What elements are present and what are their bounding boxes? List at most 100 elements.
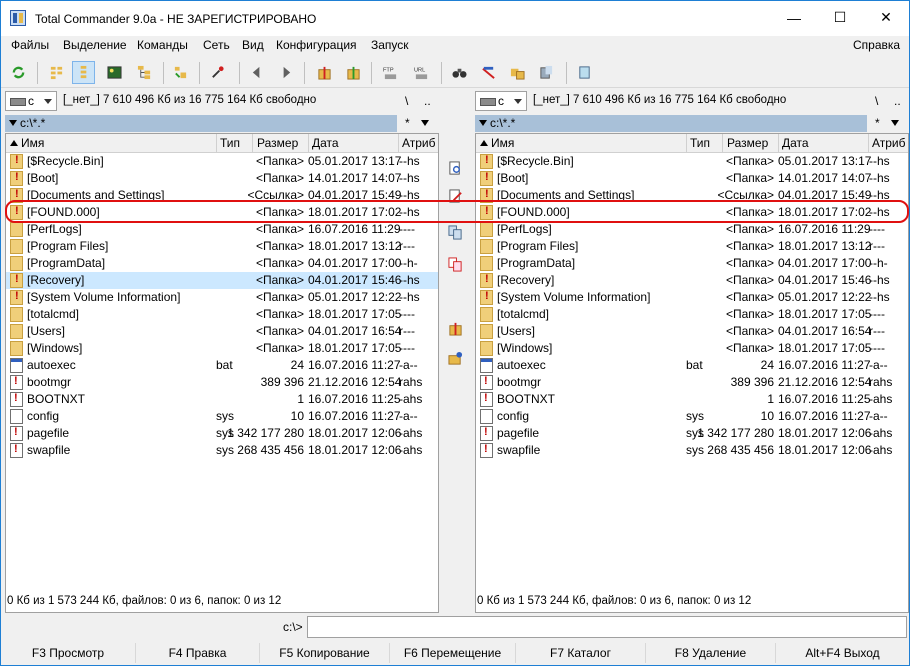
left-hotlist-arrow[interactable] [421, 120, 429, 126]
left-col-attr[interactable]: Атриб [402, 136, 436, 150]
right-root-button[interactable]: \ [875, 94, 878, 108]
alt-f4-exit-button[interactable]: Alt+F4 Выход [775, 643, 909, 663]
ftp-icon[interactable]: FTP [379, 61, 402, 84]
table-row[interactable]: [FOUND.000] <Папка> 18.01.2017 17:02--hs [6, 204, 438, 221]
right-col-name[interactable]: Имя [480, 136, 514, 150]
right-col-size[interactable]: Размер [727, 136, 768, 150]
table-row[interactable]: swapfile sys268 435 456 18.01.2017 12:06-a… [6, 442, 438, 459]
maximize-button[interactable]: ☐ [817, 1, 863, 34]
table-row[interactable]: config sys 10 16.07.2016 11:27 -a-- [6, 408, 438, 425]
left-drive-select[interactable]: c [5, 91, 57, 111]
left-path-bar[interactable]: c:\*.* [5, 115, 397, 132]
table-row[interactable]: [Users] <Папка> 04.01.2017 16:54 r--- [476, 323, 908, 340]
left-up-button[interactable]: .. [424, 94, 431, 108]
table-row[interactable]: [totalcmd] <Папка> 18.01.2017 17:05 ---- [476, 306, 908, 323]
pack-icon[interactable] [444, 317, 466, 339]
invert-selection-icon[interactable] [169, 61, 192, 84]
thumbnails-icon[interactable] [103, 61, 126, 84]
table-row[interactable]: swapfile sys268 435 456 18.01.2017 12:06-a… [476, 442, 908, 459]
table-row[interactable]: [$Recycle.Bin] <Папка> 05.01.2017 13:17--h… [476, 153, 908, 170]
table-row[interactable]: [Documents and Settings] <Ссылка>04.01.20… [6, 187, 438, 204]
table-row[interactable]: autoexec bat 24 16.07.2016 11:27 -a-- [476, 357, 908, 374]
right-history-star[interactable]: * [875, 116, 880, 130]
minimize-button[interactable]: — [771, 1, 817, 34]
pack-icon[interactable] [313, 61, 336, 84]
copy-icon[interactable] [444, 221, 466, 243]
find-icon[interactable] [448, 61, 471, 84]
f8-delete-button[interactable]: F8 Удаление [645, 643, 775, 663]
table-row[interactable]: [ProgramData] <Папка> 04.01.2017 17:00 --h- [6, 255, 438, 272]
table-row[interactable]: [PerfLogs] <Папка> 16.07.2016 11:29 ---- [476, 221, 908, 238]
f6-move-button[interactable]: F6 Перемещение [389, 643, 515, 663]
brief-view-icon[interactable] [45, 61, 68, 84]
table-row[interactable]: [Boot] <Папка> 14.01.2017 14:07--hs [476, 170, 908, 187]
command-line-input[interactable] [307, 616, 907, 638]
table-row[interactable]: [Recovery] <Папка> 04.01.2017 15:46--hs [6, 272, 438, 289]
right-col-attr[interactable]: Атриб [872, 136, 906, 150]
notepad-icon[interactable] [535, 61, 558, 84]
right-path-bar[interactable]: c:\*.* [475, 115, 867, 132]
left-col-type[interactable]: Тип [220, 136, 240, 150]
table-row[interactable]: BOOTNXT 1 16.07.2016 11:25-ahs [476, 391, 908, 408]
table-row[interactable]: [Recovery] <Папка> 04.01.2017 15:46--hs [476, 272, 908, 289]
table-row[interactable]: [Boot] <Папка> 14.01.2017 14:07--hs [6, 170, 438, 187]
table-row[interactable]: pagefilesys1 342 177 28018.01.2017 12:06… [476, 425, 908, 442]
table-row[interactable]: [Windows] <Папка> 18.01.2017 17:05 ---- [476, 340, 908, 357]
sync-dirs-icon[interactable] [506, 61, 529, 84]
menu-selection[interactable]: Выделение [63, 38, 127, 52]
close-button[interactable]: ✕ [863, 1, 909, 34]
menu-start[interactable]: Запуск [371, 38, 409, 52]
table-row[interactable]: [System Volume Information] <Папка> 05.01.… [6, 289, 438, 306]
menu-view[interactable]: Вид [242, 38, 264, 52]
table-row[interactable]: [Documents and Settings] <Ссылка>04.01.20… [476, 187, 908, 204]
table-row[interactable]: [Program Files] <Папка> 18.01.2017 13:12 r-… [476, 238, 908, 255]
menu-net[interactable]: Сеть [203, 38, 230, 52]
tree-icon[interactable] [133, 61, 156, 84]
url-icon[interactable]: URL [410, 61, 433, 84]
table-row[interactable]: bootmgr 389 396 21.12.2016 12:54rahs [476, 374, 908, 391]
view-icon[interactable] [444, 157, 466, 179]
edit-icon[interactable] [444, 185, 466, 207]
table-row[interactable]: [PerfLogs] <Папка> 16.07.2016 11:29 ---- [6, 221, 438, 238]
table-row[interactable]: [FOUND.000] <Папка> 18.01.2017 17:02--hs [476, 204, 908, 221]
refresh-icon[interactable] [7, 61, 30, 84]
table-row[interactable]: [System Volume Information] <Папка> 05.01.… [476, 289, 908, 306]
f7-mkdir-button[interactable]: F7 Каталог [515, 643, 645, 663]
right-col-type[interactable]: Тип [690, 136, 710, 150]
menu-files[interactable]: Файлы [11, 38, 49, 52]
table-row[interactable]: [$Recycle.Bin] <Папка> 05.01.2017 13:17--h… [6, 153, 438, 170]
right-file-panel[interactable]: Имя Тип Размер Дата Атриб [$Recycle.Bin]… [475, 133, 909, 613]
table-row[interactable]: [ProgramData] <Папка> 04.01.2017 17:00 --h- [476, 255, 908, 272]
multi-rename-icon[interactable] [477, 61, 500, 84]
table-row[interactable]: config sys 10 16.07.2016 11:27 -a-- [476, 408, 908, 425]
table-row[interactable]: [Users] <Папка> 04.01.2017 16:54 r--- [6, 323, 438, 340]
table-row[interactable]: pagefilesys1 342 177 28018.01.2017 12:06… [6, 425, 438, 442]
menu-configuration[interactable]: Конфигурация [276, 38, 357, 52]
compare-icon[interactable] [206, 61, 229, 84]
left-root-button[interactable]: \ [405, 94, 408, 108]
right-drive-select[interactable]: c [475, 91, 527, 111]
forward-icon[interactable] [274, 61, 297, 84]
back-icon[interactable] [246, 61, 269, 84]
table-row[interactable]: autoexec bat 24 16.07.2016 11:27 -a-- [6, 357, 438, 374]
left-col-name[interactable]: Имя [10, 136, 44, 150]
left-col-size[interactable]: Размер [257, 136, 298, 150]
menu-help[interactable]: Справка [853, 38, 900, 52]
table-row[interactable]: [totalcmd] <Папка> 18.01.2017 17:05 ---- [6, 306, 438, 323]
f4-edit-button[interactable]: F4 Правка [135, 643, 259, 663]
title-bar[interactable]: Total Commander 9.0a - НЕ ЗАРЕГИСТРИРОВА… [1, 1, 909, 36]
table-row[interactable]: bootmgr 389 396 21.12.2016 12:54rahs [6, 374, 438, 391]
full-view-icon[interactable] [72, 61, 95, 84]
table-row[interactable]: [Program Files] <Папка> 18.01.2017 13:12 r-… [6, 238, 438, 255]
f5-copy-button[interactable]: F5 Копирование [259, 643, 389, 663]
f3-view-button[interactable]: F3 Просмотр [1, 643, 135, 663]
left-history-star[interactable]: * [405, 116, 410, 130]
new-folder-icon[interactable] [444, 347, 466, 369]
unpack-icon[interactable] [342, 61, 365, 84]
left-file-panel[interactable]: Имя Тип Размер Дата Атриб [$Recycle.Bin]… [5, 133, 439, 613]
menu-commands[interactable]: Команды [137, 38, 188, 52]
left-col-date[interactable]: Дата [312, 136, 339, 150]
table-row[interactable]: BOOTNXT 1 16.07.2016 11:25-ahs [6, 391, 438, 408]
table-row[interactable]: [Windows] <Папка> 18.01.2017 17:05 ---- [6, 340, 438, 357]
move-icon[interactable] [444, 253, 466, 275]
